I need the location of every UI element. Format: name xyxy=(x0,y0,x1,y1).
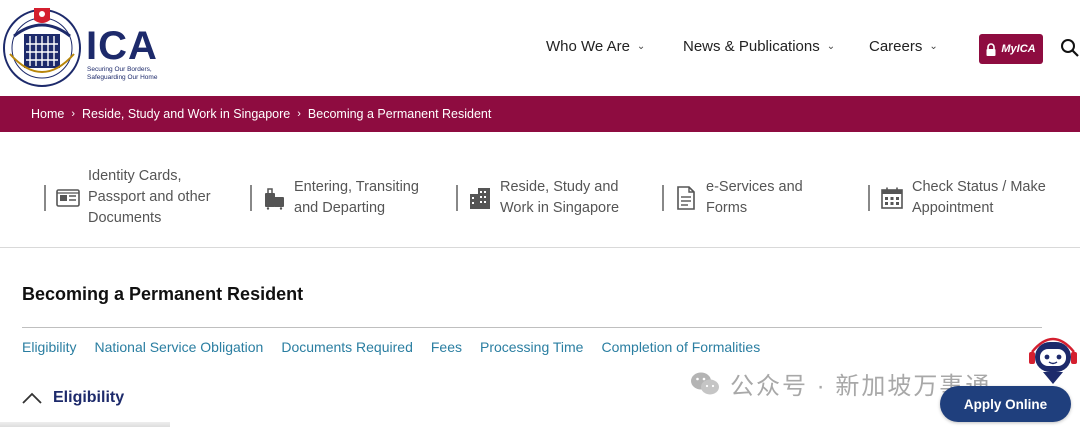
category-identity-cards[interactable]: Identity Cards, Passport and other Docum… xyxy=(44,166,224,229)
myica-label: MyICA xyxy=(1001,43,1036,55)
category-eservices-forms[interactable]: e-Services and Forms xyxy=(662,177,816,219)
ica-logo[interactable]: ICA Securing Our Borders, Safeguarding O… xyxy=(2,6,162,90)
chevron-up-icon xyxy=(22,392,42,404)
tab-documents-required[interactable]: Documents Required xyxy=(281,339,413,355)
tab-processing-time[interactable]: Processing Time xyxy=(480,339,583,355)
lock-icon xyxy=(986,42,996,56)
nav-news-publications[interactable]: News & Publications ⌄ xyxy=(683,38,835,55)
myica-button[interactable]: MyICA xyxy=(979,34,1043,64)
card-edge xyxy=(0,422,170,427)
category-divider xyxy=(868,185,870,211)
category-label: Check Status / Make Appointment xyxy=(912,179,1046,216)
tab-fees[interactable]: Fees xyxy=(431,339,462,355)
nav-who-we-are[interactable]: Who We Are ⌄ xyxy=(546,38,645,55)
ica-emblem-icon xyxy=(3,8,81,87)
category-divider xyxy=(662,185,664,211)
logo-tagline: Securing Our Borders, Safeguarding Our H… xyxy=(87,66,158,81)
breadcrumb-home[interactable]: Home xyxy=(31,107,64,121)
wechat-icon xyxy=(691,372,719,394)
category-label: Reside, Study and Work in Singapore xyxy=(500,179,620,216)
category-divider xyxy=(456,185,458,211)
accordion-title: Eligibility xyxy=(53,389,125,406)
tab-national-service[interactable]: National Service Obligation xyxy=(94,339,263,355)
category-label: e-Services and Forms xyxy=(706,179,803,216)
building-icon xyxy=(468,186,492,210)
breadcrumb-current: Becoming a Permanent Resident xyxy=(307,107,492,121)
category-divider xyxy=(250,185,252,211)
category-label: Entering, Transiting and Departing xyxy=(294,179,419,216)
divider xyxy=(22,327,1042,328)
breadcrumb: Home › Reside, Study and Work in Singapo… xyxy=(0,96,1080,132)
page-title: Becoming a Permanent Resident xyxy=(22,284,304,304)
chevron-right-icon: › xyxy=(297,108,301,120)
document-icon xyxy=(674,186,698,210)
chevron-down-icon: ⌄ xyxy=(929,41,938,52)
category-reside-study-work[interactable]: Reside, Study and Work in Singapore xyxy=(456,177,630,219)
category-strip: Identity Cards, Passport and other Docum… xyxy=(0,132,1080,248)
nav-label: News & Publications xyxy=(683,38,820,55)
chevron-right-icon: › xyxy=(71,108,76,120)
apply-online-button[interactable]: Apply Online xyxy=(940,386,1071,422)
accordion-eligibility[interactable]: Eligibility xyxy=(22,389,124,407)
chevron-down-icon: ⌄ xyxy=(826,41,836,52)
category-label: Identity Cards, Passport and other Docum… xyxy=(88,168,211,226)
nav-label: Who We Are xyxy=(546,38,630,55)
site-header: ICA Securing Our Borders, Safeguarding O… xyxy=(0,0,1080,96)
category-entering-transiting[interactable]: Entering, Transiting and Departing xyxy=(250,177,429,219)
nav-careers[interactable]: Careers ⌄ xyxy=(869,38,938,55)
id-card-icon xyxy=(56,186,80,210)
tab-eligibility[interactable]: Eligibility xyxy=(22,339,76,355)
section-tabs: Eligibility National Service Obligation … xyxy=(22,339,778,355)
category-check-status[interactable]: Check Status / Make Appointment xyxy=(868,177,1057,219)
breadcrumb-reside-study-work[interactable]: Reside, Study and Work in Singapore xyxy=(82,107,290,121)
chevron-down-icon: ⌄ xyxy=(636,41,646,52)
category-divider xyxy=(44,184,46,211)
nav-label: Careers xyxy=(869,38,923,55)
calendar-icon xyxy=(880,186,904,210)
logo-wordmark: ICA xyxy=(86,24,158,68)
chatbot-avatar-icon[interactable] xyxy=(1026,332,1080,388)
luggage-icon xyxy=(262,186,286,210)
search-icon[interactable] xyxy=(1060,38,1080,58)
tab-completion-formalities[interactable]: Completion of Formalities xyxy=(601,339,760,355)
